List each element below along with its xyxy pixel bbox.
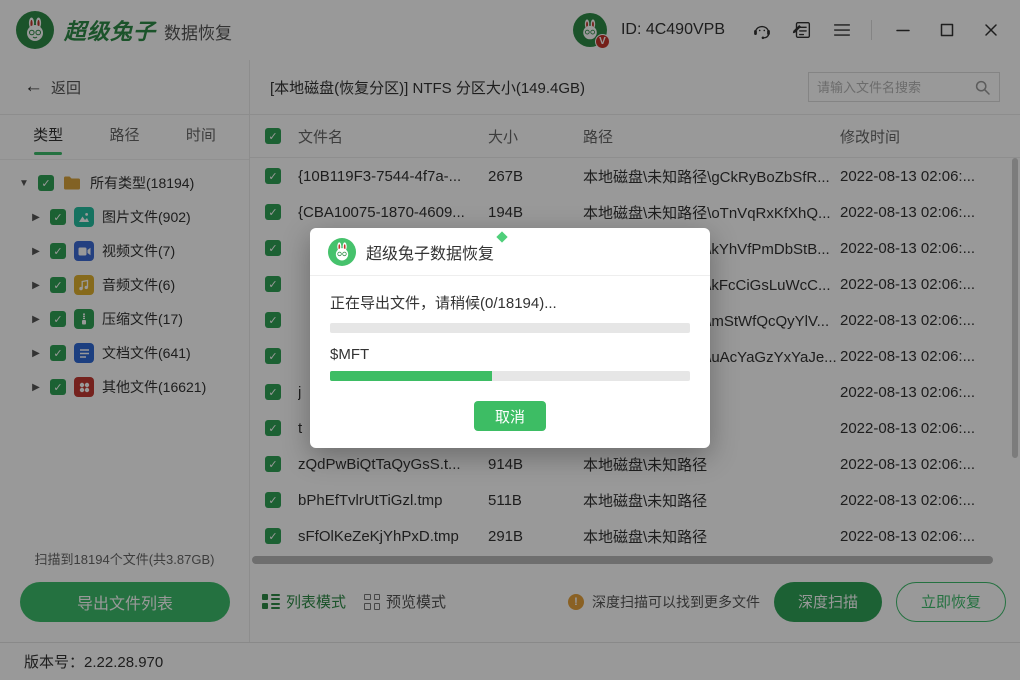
diamond-icon — [496, 231, 507, 242]
app-window: 超级兔子 数据恢复 V ID: 4C490VPB — [0, 0, 1020, 680]
export-progress-text: 正在导出文件，请稍候(0/18194)... — [330, 292, 690, 313]
overall-progress-bar — [330, 323, 690, 333]
current-progress-bar — [330, 371, 690, 381]
export-progress-dialog: 超级兔子数据恢复 正在导出文件，请稍候(0/18194)... $MFT 取消 — [310, 228, 710, 448]
dialog-title: 超级兔子数据恢复 — [366, 240, 494, 264]
dialog-header: 超级兔子数据恢复 — [310, 228, 710, 276]
current-progress-fill — [330, 371, 492, 381]
cancel-button[interactable]: 取消 — [474, 401, 546, 431]
current-file-label: $MFT — [330, 346, 690, 363]
dialog-logo-icon — [328, 238, 356, 266]
